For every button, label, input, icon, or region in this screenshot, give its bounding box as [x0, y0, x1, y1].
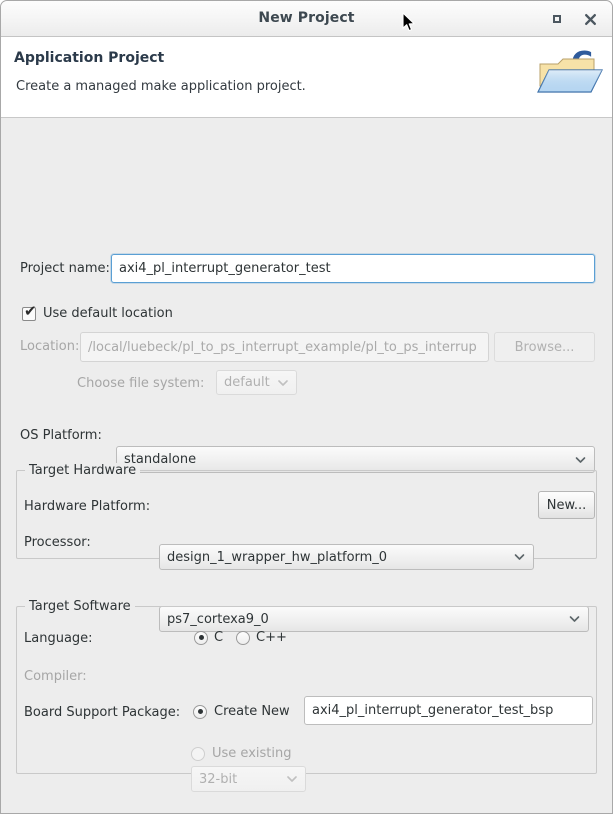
wizard-header: Application Project Create a managed mak…	[1, 37, 612, 118]
choose-file-system-combo: default	[216, 370, 297, 395]
title-bar: New Project	[1, 1, 612, 37]
language-radio-c[interactable]: C	[194, 630, 223, 645]
radio-circle	[194, 630, 208, 645]
bsp-create-new-radio[interactable]: Create New	[193, 704, 290, 719]
processor-label: Processor:	[24, 535, 91, 550]
chevron-down-icon	[575, 452, 586, 467]
compiler-label: Compiler:	[24, 669, 87, 684]
use-default-location-label: Use default location	[43, 306, 173, 321]
choose-file-system-label: Choose file system:	[77, 376, 205, 391]
choose-file-system-value: default	[224, 375, 270, 390]
project-name-input[interactable]: axi4_pl_interrupt_generator_test	[111, 254, 595, 283]
bsp-create-new-label: Create New	[214, 704, 290, 719]
maximize-button[interactable]	[547, 9, 567, 29]
os-platform-combo[interactable]: standalone	[116, 446, 595, 473]
compiler-combo: 32-bit	[191, 766, 306, 792]
chevron-down-icon	[287, 772, 297, 787]
bsp-label: Board Support Package:	[24, 705, 181, 720]
radio-circle	[191, 746, 205, 761]
hardware-platform-combo[interactable]: design_1_wrapper_hw_platform_0	[159, 544, 534, 570]
new-project-dialog: New Project Application Project Create a…	[0, 0, 613, 814]
location-input: /local/luebeck/pl_to_ps_interrupt_exampl…	[80, 332, 489, 362]
target-hardware-group-title: Target Hardware	[25, 463, 141, 478]
close-button[interactable]	[580, 9, 600, 29]
bsp-use-existing-label: Use existing	[212, 746, 292, 761]
language-option-c-label: C	[214, 630, 224, 645]
chevron-down-icon	[514, 550, 525, 565]
radio-circle	[236, 630, 250, 645]
close-icon	[584, 13, 596, 25]
target-software-group-title: Target Software	[25, 599, 135, 614]
hardware-platform-value: design_1_wrapper_hw_platform_0	[167, 549, 388, 565]
project-name-label: Project name:	[20, 261, 110, 276]
page-description: Create a managed make application projec…	[16, 79, 306, 94]
new-hardware-platform-button[interactable]: New...	[538, 491, 595, 519]
compiler-value: 32-bit	[199, 771, 238, 787]
radio-circle	[193, 704, 207, 719]
hardware-platform-label: Hardware Platform:	[24, 499, 151, 514]
bsp-use-existing-radio: Use existing	[191, 746, 291, 761]
target-software-group: Target Software	[16, 599, 597, 774]
page-title: Application Project	[14, 50, 165, 66]
language-option-cpp-label: C++	[256, 630, 287, 645]
checkbox-box: ✔	[22, 301, 37, 321]
window-title: New Project	[258, 10, 355, 26]
dialog-body: Project name: axi4_pl_interrupt_generato…	[1, 118, 612, 813]
language-label: Language:	[24, 631, 93, 646]
chevron-down-icon	[278, 375, 288, 390]
bsp-create-new-input[interactable]: axi4_pl_interrupt_generator_test_bsp	[304, 696, 593, 725]
maximize-icon	[553, 15, 561, 23]
check-icon: ✔	[24, 301, 37, 320]
c-project-folder-icon: C	[537, 46, 603, 93]
os-platform-label: OS Platform:	[20, 428, 102, 443]
use-default-location-checkbox[interactable]: ✔ Use default location	[22, 301, 173, 321]
language-radio-cpp[interactable]: C++	[236, 630, 287, 645]
browse-button: Browse...	[494, 332, 595, 362]
location-label: Location:	[20, 339, 80, 354]
